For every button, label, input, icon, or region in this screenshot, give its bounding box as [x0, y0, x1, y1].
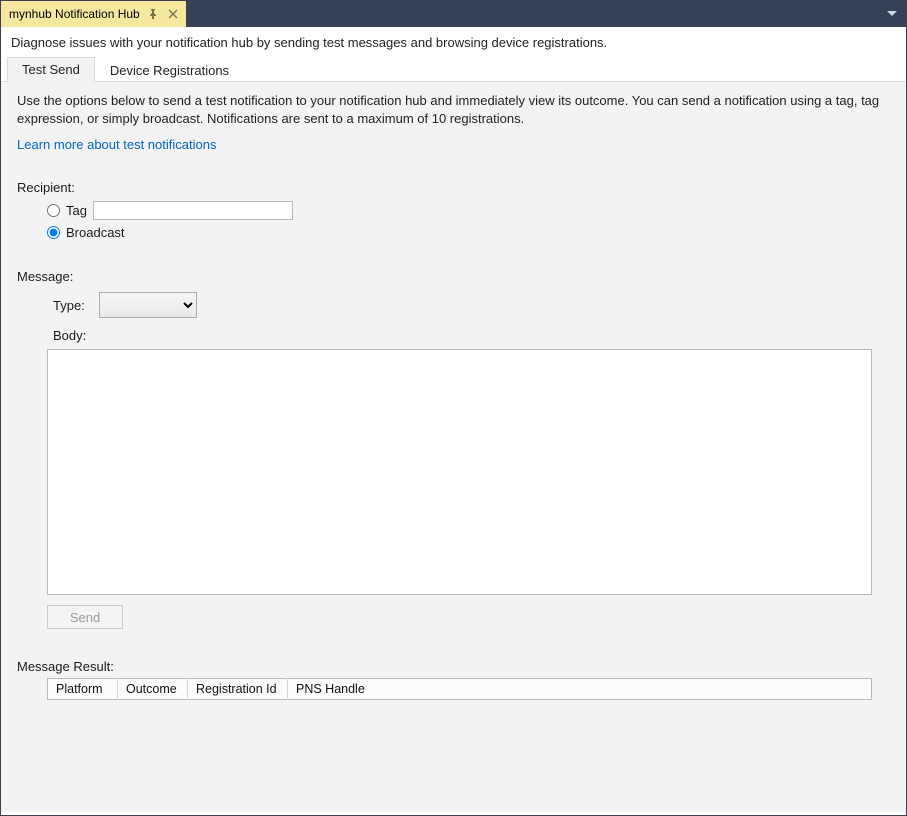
window-menu-dropdown-icon[interactable] [882, 1, 902, 27]
result-table: Platform Outcome Registration Id PNS Han… [47, 678, 872, 700]
recipient-broadcast-radio[interactable] [47, 226, 60, 239]
tab-device-registrations[interactable]: Device Registrations [95, 58, 244, 82]
col-platform[interactable]: Platform [48, 679, 118, 700]
titlebar: mynhub Notification Hub [1, 1, 906, 27]
tab-content: Use the options below to send a test not… [1, 82, 906, 812]
recipient-label: Recipient: [17, 180, 890, 195]
document-tab-title: mynhub Notification Hub [9, 7, 140, 21]
col-outcome[interactable]: Outcome [118, 679, 188, 700]
tag-input[interactable] [93, 201, 293, 220]
close-icon[interactable] [166, 7, 180, 21]
recipient-tag-label: Tag [66, 203, 87, 218]
result-label: Message Result: [17, 659, 890, 674]
page-description: Diagnose issues with your notification h… [1, 27, 906, 56]
type-select[interactable] [99, 292, 197, 318]
intro-text: Use the options below to send a test not… [17, 92, 890, 127]
col-registration-id[interactable]: Registration Id [188, 679, 288, 700]
body-label: Body: [53, 328, 86, 343]
pin-icon[interactable] [146, 7, 160, 21]
body-textarea[interactable] [47, 349, 872, 595]
type-label: Type: [53, 298, 91, 313]
message-label: Message: [17, 269, 890, 284]
tab-test-send[interactable]: Test Send [7, 57, 95, 82]
learn-more-link[interactable]: Learn more about test notifications [17, 137, 216, 152]
recipient-tag-radio[interactable] [47, 204, 60, 217]
document-tab[interactable]: mynhub Notification Hub [1, 1, 186, 27]
col-pns-handle[interactable]: PNS Handle [288, 679, 872, 700]
recipient-broadcast-row: Broadcast [47, 221, 890, 243]
recipient-broadcast-label: Broadcast [66, 225, 125, 240]
type-row: Type: [53, 292, 890, 318]
send-button[interactable]: Send [47, 605, 123, 629]
recipient-tag-row: Tag [47, 199, 890, 221]
tab-bar: Test Send Device Registrations [1, 56, 906, 82]
result-header-row: Platform Outcome Registration Id PNS Han… [48, 679, 872, 700]
